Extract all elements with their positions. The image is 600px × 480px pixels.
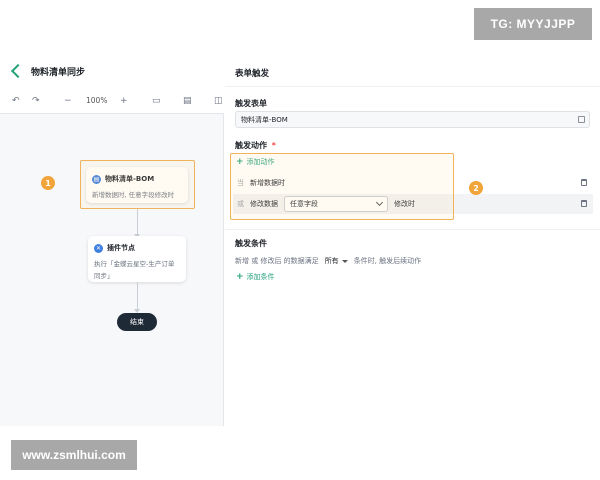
trash-icon[interactable] xyxy=(581,200,587,207)
trigger-form-label: 触发表单 xyxy=(235,99,267,108)
layout-icon[interactable]: ◫ xyxy=(214,94,223,108)
redo-icon[interactable]: ↷ xyxy=(32,94,40,108)
flow-header: 物料清单同步 xyxy=(0,54,224,88)
trash-icon[interactable] xyxy=(581,179,587,186)
end-node[interactable]: 结束 xyxy=(117,313,157,331)
conditions-sentence: 新增 或 修改后 的数据满足 所有 条件时, 触发后续动作 xyxy=(235,256,422,266)
divider xyxy=(225,86,600,87)
zoom-in-icon[interactable]: + xyxy=(120,94,128,108)
watermark-top: TG: MYYJJPP xyxy=(474,8,592,40)
plugin-node-title: 插件节点 xyxy=(107,244,135,252)
zoom-level: 100% xyxy=(86,96,108,105)
trigger-action-label: 触发动作 * xyxy=(235,141,276,150)
highlight-box-1 xyxy=(80,160,195,209)
watermark-bottom: www.zsmlhui.com xyxy=(11,440,137,470)
flow-title: 物料清单同步 xyxy=(31,67,86,78)
panel-heading: 表单触发 xyxy=(235,69,270,79)
plugin-icon: ✕ xyxy=(94,243,103,253)
caret-down-icon xyxy=(341,259,348,263)
conditions-label: 触发条件 xyxy=(235,239,267,248)
plus-icon: + xyxy=(236,272,244,282)
form-link-icon[interactable] xyxy=(578,116,585,123)
connector-line xyxy=(137,282,138,311)
canvas-toolbar: ↶ ↷ − 100% + ▭ ▤ ◫ xyxy=(0,88,224,114)
connector-line xyxy=(137,209,138,236)
badge-1: 1 xyxy=(41,176,55,190)
plugin-node[interactable]: ✕ 插件节点 执行「金蝶云星空-生产订单 同步」 xyxy=(88,236,186,282)
back-chevron-icon[interactable] xyxy=(10,63,26,79)
divider xyxy=(225,229,600,230)
trigger-settings-panel xyxy=(225,54,600,426)
add-condition-link[interactable]: + 添加条件 xyxy=(236,272,275,282)
badge-2: 2 xyxy=(469,181,483,195)
app-window: TG: MYYJJPP 物料清单同步 ↶ ↷ − 100% + ▭ ▤ ◫ ▤ … xyxy=(0,0,600,480)
highlight-box-2 xyxy=(230,153,454,220)
match-mode-select[interactable]: 所有 xyxy=(325,256,339,266)
plugin-node-desc: 执行「金蝶云星空-生产订单 同步」 xyxy=(94,260,175,280)
undo-icon[interactable]: ↶ xyxy=(12,94,20,108)
fit-view-icon[interactable]: ▭ xyxy=(152,94,161,108)
minimap-icon[interactable]: ▤ xyxy=(183,94,192,108)
trigger-form-field[interactable]: 物料清单-BOM xyxy=(235,111,590,128)
trigger-form-value: 物料清单-BOM xyxy=(241,115,288,124)
zoom-out-icon[interactable]: − xyxy=(64,94,72,108)
